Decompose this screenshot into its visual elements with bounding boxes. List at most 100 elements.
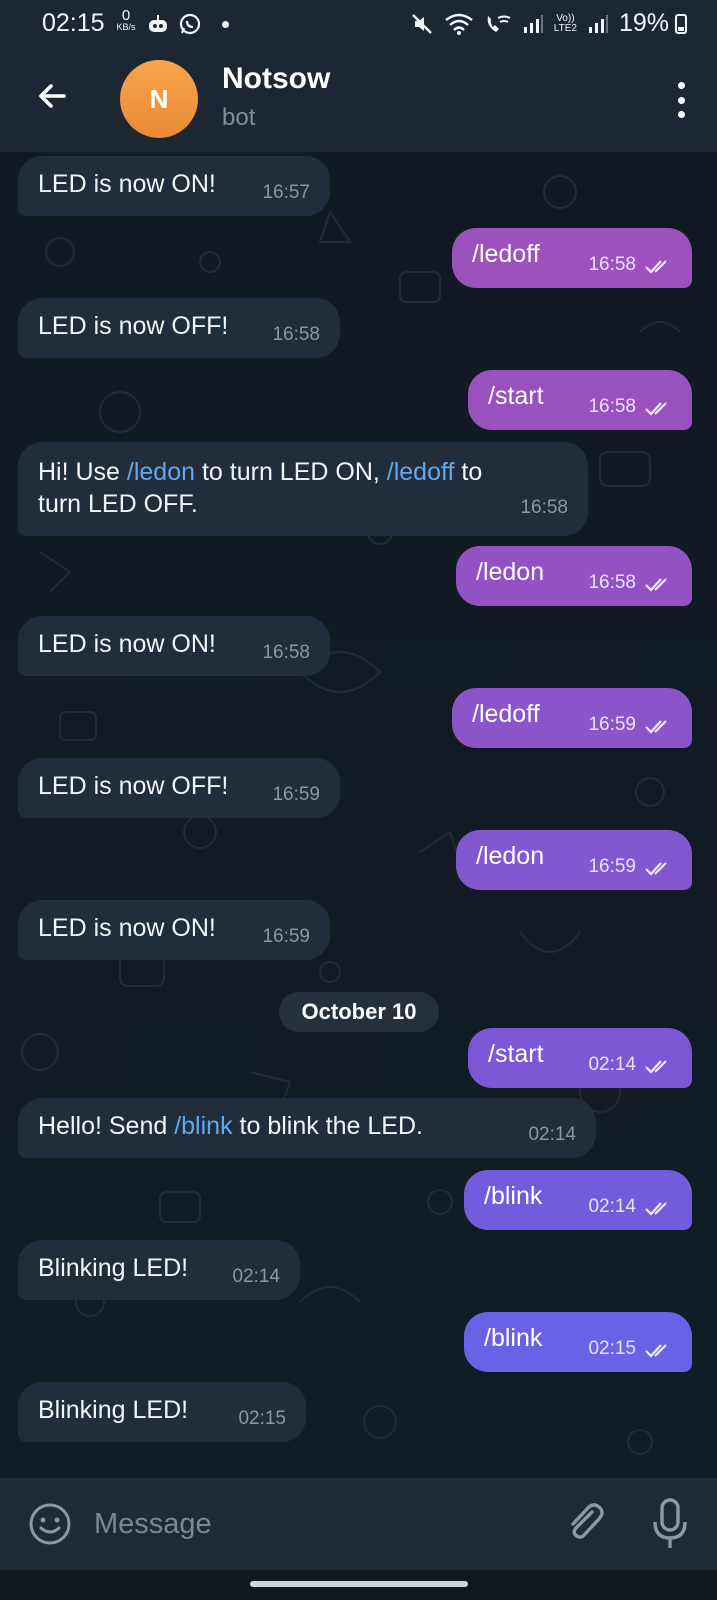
message-text: LED is now ON! (38, 630, 216, 658)
message-text: Blinking LED! (38, 1396, 189, 1424)
message-incoming[interactable]: LED is now ON! 16:58 (18, 616, 330, 676)
message-text: /ledon (476, 842, 545, 870)
message-text: Blinking LED! (38, 1254, 189, 1282)
message-list[interactable]: LED is now ON! 16:57 /ledoff 16:58 LED i… (0, 152, 717, 1478)
message-time: 02:14 (588, 1054, 636, 1075)
read-ticks-icon (645, 1344, 667, 1358)
message-incoming[interactable]: LED is now OFF! 16:59 (18, 758, 340, 818)
message-time: 16:59 (588, 856, 636, 877)
volte-label: Vo)) (556, 12, 575, 24)
message-time: 16:59 (262, 926, 310, 947)
message-incoming[interactable]: Hi! Use /ledon to turn LED ON, /ledoff t… (18, 442, 588, 536)
status-right: Vo)) LTE2 19% (410, 9, 669, 38)
avatar[interactable]: N (120, 60, 198, 138)
message-time: 16:58 (588, 572, 636, 593)
chat-subtitle: bot (222, 104, 256, 131)
volte-indicator: Vo)) LTE2 (554, 12, 577, 34)
message-outgoing[interactable]: /blink 02:15 (464, 1312, 692, 1372)
read-ticks-icon (645, 1060, 667, 1074)
whatsapp-icon (179, 13, 201, 35)
message-outgoing[interactable]: /start 16:58 (468, 370, 692, 430)
message-text: /ledoff (472, 240, 540, 268)
read-ticks-icon (645, 260, 667, 274)
read-ticks-icon (645, 578, 667, 592)
message-text: Hello! Send /blink to blink the LED. (38, 1112, 423, 1140)
more-notifications-dot (222, 20, 229, 28)
message-text: /blink (484, 1182, 543, 1210)
network-speed-value: 0 (121, 7, 131, 24)
message-time: 16:59 (272, 784, 320, 805)
message-time: 02:15 (588, 1338, 636, 1359)
message-time: 02:15 (238, 1408, 286, 1429)
message-text: /ledon (476, 558, 545, 586)
message-text: LED is now OFF! (38, 772, 229, 800)
microphone-icon[interactable] (650, 1496, 690, 1552)
message-time: 16:58 (262, 642, 310, 663)
message-outgoing[interactable]: /ledoff 16:59 (452, 688, 692, 748)
system-nav-bar (0, 1570, 717, 1600)
message-incoming[interactable]: Blinking LED! 02:14 (18, 1240, 300, 1300)
message-incoming[interactable]: LED is now ON! 16:57 (18, 156, 330, 216)
battery-icon (675, 14, 687, 34)
message-input[interactable] (92, 1498, 526, 1550)
status-time: 02:15 (42, 9, 105, 37)
message-outgoing[interactable]: /blink 02:14 (464, 1170, 692, 1230)
emoji-icon[interactable] (28, 1502, 72, 1546)
message-time: 16:58 (520, 497, 568, 518)
message-incoming[interactable]: LED is now ON! 16:59 (18, 900, 330, 960)
chat-header: N Notsow bot (0, 48, 717, 152)
message-text-part: to blink the LED. (232, 1112, 423, 1140)
read-ticks-icon (645, 1202, 667, 1216)
message-text: LED is now ON! (38, 914, 216, 942)
command-link-blink[interactable]: /blink (174, 1112, 232, 1140)
message-outgoing[interactable]: /start 02:14 (468, 1028, 692, 1088)
message-outgoing[interactable]: /ledon 16:58 (456, 546, 692, 606)
message-text-part: to turn LED ON, (195, 458, 387, 486)
message-text-line2: turn LED OFF. (38, 490, 198, 518)
message-text-part: Hello! Send (38, 1112, 175, 1140)
message-time: 16:59 (588, 714, 636, 735)
message-text: /blink (484, 1324, 543, 1352)
message-text: LED is now OFF! (38, 312, 229, 340)
message-time: 16:58 (588, 254, 636, 275)
message-text-part: to (454, 458, 483, 486)
command-link-ledoff[interactable]: /ledoff (387, 458, 455, 486)
wifi-icon (445, 13, 473, 35)
message-text: /start (488, 382, 544, 410)
signal-icon (523, 14, 543, 33)
network-speed: 0 KB/s (110, 8, 142, 32)
message-outgoing[interactable]: /ledon 16:59 (456, 830, 692, 890)
message-incoming[interactable]: Blinking LED! 02:15 (18, 1382, 306, 1442)
network-speed-unit: KB/s (116, 22, 136, 32)
message-time: 16:57 (262, 182, 310, 203)
message-time: 02:14 (588, 1196, 636, 1217)
back-arrow-icon[interactable] (34, 78, 70, 114)
message-incoming[interactable]: LED is now OFF! 16:58 (18, 298, 340, 358)
command-link-ledon[interactable]: /ledon (127, 458, 195, 486)
home-gesture-handle[interactable] (250, 1581, 468, 1587)
read-ticks-icon (645, 402, 667, 416)
message-time: 02:14 (528, 1124, 576, 1145)
read-ticks-icon (645, 862, 667, 876)
more-options-icon[interactable] (675, 82, 687, 118)
battery-percent: 19% (618, 9, 669, 37)
message-text: LED is now ON! (38, 170, 216, 198)
chat-title[interactable]: Notsow (222, 62, 330, 96)
wifi-calling-icon (487, 15, 511, 32)
message-time: 16:58 (272, 324, 320, 345)
message-time: 02:14 (232, 1266, 280, 1287)
read-ticks-icon (645, 720, 667, 734)
message-time: 16:58 (588, 396, 636, 417)
paperclip-icon[interactable] (562, 1500, 608, 1546)
mute-icon (411, 13, 432, 34)
robot-icon (149, 15, 167, 32)
message-outgoing[interactable]: /ledoff 16:58 (452, 228, 692, 288)
message-composer (0, 1478, 717, 1570)
notification-icons (146, 12, 229, 36)
status-bar: 02:15 0 KB/s Vo)) LTE2 19% (0, 0, 717, 48)
message-text-part: Hi! Use (38, 458, 127, 486)
date-separator: October 10 (279, 992, 439, 1032)
message-text: /ledoff (472, 700, 540, 728)
message-text: Hi! Use /ledon to turn LED ON, /ledoff t… (38, 456, 568, 488)
message-incoming[interactable]: Hello! Send /blink to blink the LED. 02:… (18, 1098, 596, 1158)
